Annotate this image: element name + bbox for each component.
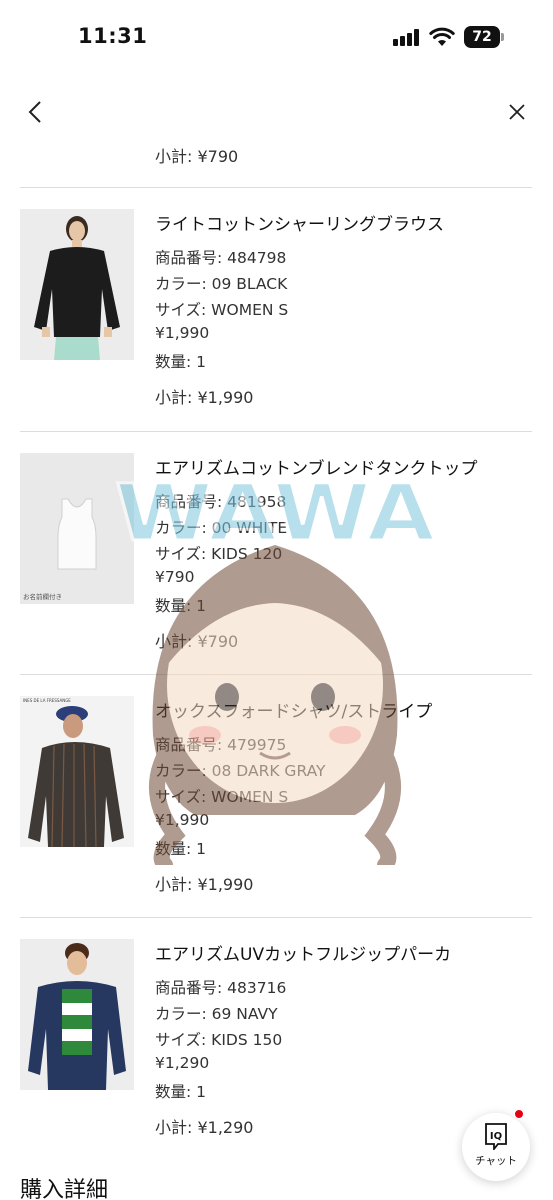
cart-item: お名前欄付き エアリズムコットンブレンドタンクトップ 商品番号: 481958 …: [0, 432, 553, 675]
product-price: ¥790: [155, 568, 195, 586]
product-color: カラー: 09 BLACK: [155, 275, 288, 293]
product-color: カラー: 00 WHITE: [155, 519, 288, 537]
product-image[interactable]: INES DE LA FRESSANGE: [20, 696, 134, 847]
cart-item: ライトコットンシャーリングブラウス 商品番号: 484798 カラー: 09 B…: [0, 188, 553, 431]
product-size: サイズ: KIDS 120: [155, 545, 283, 563]
image-brand-tag: INES DE LA FRESSANGE: [23, 698, 71, 703]
chat-label: チャット: [475, 1155, 517, 1167]
product-number: 商品番号: 483716: [155, 979, 287, 997]
chat-bubble-icon: IQ: [485, 1123, 507, 1150]
product-image[interactable]: お名前欄付き: [20, 453, 134, 604]
cellular-signal-icon: [393, 29, 421, 46]
back-chevron-icon[interactable]: [24, 100, 48, 124]
item-subtotal: 小計: ¥1,290: [155, 1118, 254, 1137]
product-number: 商品番号: 484798: [155, 249, 287, 267]
close-icon[interactable]: [505, 100, 529, 124]
product-quantity: 数量: 1: [155, 840, 207, 858]
image-caption: お名前欄付き: [23, 593, 62, 601]
product-quantity: 数量: 1: [155, 353, 207, 371]
product-size: サイズ: KIDS 150: [155, 1031, 283, 1049]
product-image[interactable]: [20, 209, 134, 360]
nav-bar: [0, 88, 553, 136]
wifi-icon: [429, 27, 455, 46]
product-price: ¥1,990: [155, 324, 210, 342]
item-subtotal: 小計: ¥1,990: [155, 388, 254, 407]
previous-item-subtotal: 小計: ¥790: [155, 147, 239, 166]
product-quantity: 数量: 1: [155, 1083, 207, 1101]
product-number: 商品番号: 479975: [155, 736, 287, 754]
status-bar: 11:31 72: [0, 0, 553, 74]
item-subtotal: 小計: ¥1,990: [155, 875, 254, 894]
battery-level: 72: [472, 29, 492, 45]
product-color: カラー: 69 NAVY: [155, 1005, 278, 1023]
battery-icon: 72: [464, 26, 504, 48]
product-name[interactable]: エアリズムUVカットフルジップパーカ: [155, 940, 451, 965]
purchase-details-heading: 購入詳細: [20, 1178, 109, 1200]
chat-logo: IQ: [490, 1131, 502, 1142]
status-time: 11:31: [78, 24, 148, 48]
chat-button[interactable]: IQ チャット: [462, 1109, 530, 1181]
product-image[interactable]: [20, 939, 134, 1090]
item-subtotal: 小計: ¥790: [155, 632, 239, 651]
product-color: カラー: 08 DARK GRAY: [155, 762, 326, 780]
notification-dot: [514, 1109, 524, 1119]
product-number: 商品番号: 481958: [155, 493, 287, 511]
cart-item: INES DE LA FRESSANGE オックスフォードシャツ/ストライプ 商…: [0, 675, 553, 918]
product-name[interactable]: ライトコットンシャーリングブラウス: [155, 210, 444, 235]
product-name[interactable]: エアリズムコットンブレンドタンクトップ: [155, 454, 478, 479]
product-name[interactable]: オックスフォードシャツ/ストライプ: [155, 697, 432, 722]
product-price: ¥1,990: [155, 811, 210, 829]
product-size: サイズ: WOMEN S: [155, 788, 289, 806]
product-price: ¥1,290: [155, 1054, 210, 1072]
product-quantity: 数量: 1: [155, 597, 207, 615]
product-size: サイズ: WOMEN S: [155, 301, 289, 319]
